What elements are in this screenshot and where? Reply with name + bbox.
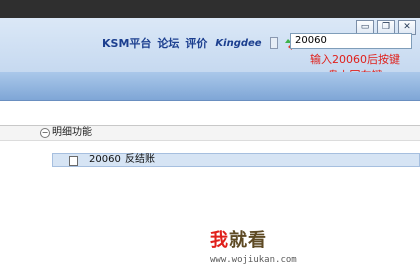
document-icon (69, 156, 78, 166)
toolbar-links: KSM平台 论坛 评价 Kingdee (102, 34, 300, 52)
function-item-row[interactable]: 20060 反结账 (52, 153, 420, 167)
forum-link[interactable]: 论坛 (157, 35, 179, 51)
toolbar-divider-icon (269, 37, 278, 49)
instruction-line-1: 输入20060后按键 (310, 53, 400, 66)
kingdee-logo[interactable]: Kingdee (215, 38, 261, 49)
section-title: 明细功能 (52, 127, 92, 138)
ksm-platform-link[interactable]: KSM平台 (102, 35, 151, 51)
watermark-url: www.wojiukan.com (210, 255, 297, 265)
function-item-name: 反结账 (125, 154, 155, 165)
window-titlebar (0, 0, 420, 18)
review-link[interactable]: 评价 (185, 35, 207, 51)
function-item-code: 20060 (89, 154, 121, 165)
watermark-logo-rest: 就看 (229, 230, 267, 251)
watermark-logo: 我就看 (210, 230, 267, 252)
section-header[interactable]: − 明细功能 (0, 125, 420, 141)
watermark: 我就看 www.wojiukan.com (124, 210, 420, 280)
blue-header-band (0, 72, 420, 101)
collapse-toggle-icon[interactable]: − (40, 128, 50, 138)
watermark-logo-wo: 我 (210, 230, 229, 251)
function-code-input[interactable]: 20060 (290, 33, 412, 49)
